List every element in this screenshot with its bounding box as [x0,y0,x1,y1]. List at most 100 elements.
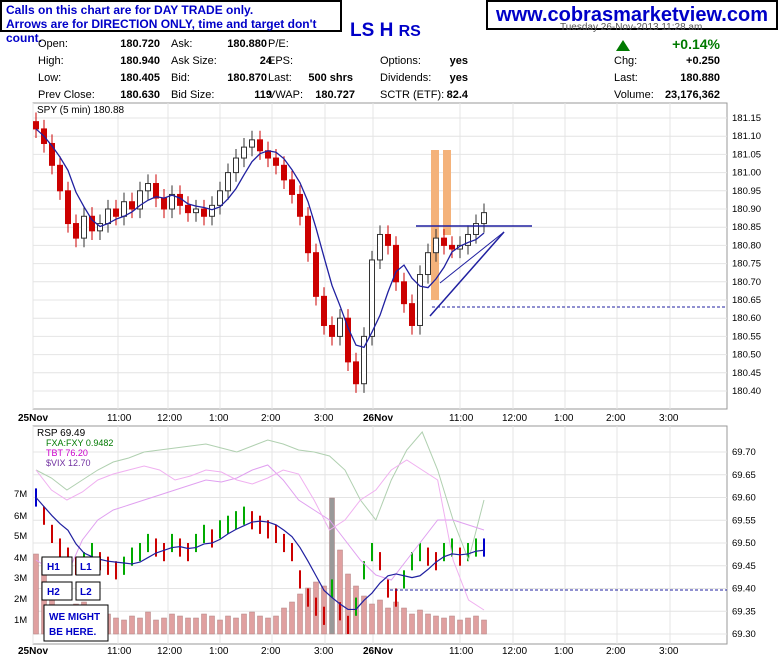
candle-body [273,157,279,166]
we-might-line1: WE MIGHT [49,612,100,623]
candle-body [337,317,343,337]
volume-bar [377,599,383,635]
volume-bar [241,613,247,635]
candle-body [305,215,311,254]
volume-bar [425,613,431,635]
volume-bar [225,615,231,635]
h2-label: H2 [47,587,60,598]
volume-bar [441,617,447,635]
candle-body [105,208,111,225]
candle-body [417,274,423,326]
volume-bar [457,619,463,635]
rsp-tick-label: 69.65 [732,470,756,481]
candle-body [481,212,487,225]
candle-body [81,215,87,239]
candle-body [449,244,455,250]
volume-tick-label: 6M [14,511,27,522]
volume-tick-label: 1M [14,615,27,626]
volume-bar [289,601,295,635]
volume-bar [113,617,119,635]
volume-bar [297,593,303,635]
volume-bar [161,617,167,635]
candle-body [353,361,359,385]
candle-body [281,164,287,181]
candle-body [217,190,223,206]
volume-tick-label: 3M [14,573,27,584]
rsp-time-tick-label: 26Nov [363,646,393,657]
candle-body [57,164,63,192]
volume-bar [409,613,415,635]
rsp-time-tick-label: 2:00 [606,646,626,657]
legend-tbt: TBT 76.20 [46,448,88,458]
candle-body [425,252,431,276]
rsp-time-tick-label: 11:00 [107,646,132,657]
volume-bar [193,617,199,635]
rsp-time-tick-label: 25Nov [18,646,48,657]
price-tick-label: 181.05 [732,149,761,160]
rsp-tick-label: 69.30 [732,629,756,640]
l1-label: L1 [80,562,92,573]
volume-bar [433,615,439,635]
candle-body [153,183,159,199]
candle-body [161,197,167,210]
price-tick-label: 180.85 [732,222,761,233]
candle-body [233,157,239,174]
rsp-tick-label: 69.50 [732,538,756,549]
volume-bar [473,615,479,635]
signal-bar-2 [443,150,451,235]
time-tick-label: 2:00 [606,413,626,424]
volume-bar [177,615,183,635]
rsp-time-tick-label: 1:00 [209,646,229,657]
candle-body [401,281,407,305]
volume-bar [393,601,399,635]
volume-bar [257,615,263,635]
volume-bar [329,497,335,635]
rsp-tick-label: 69.40 [732,584,756,595]
volume-bar [209,615,215,635]
volume-bar [449,615,455,635]
volume-bar [201,613,207,635]
we-might-line2: BE HERE. [49,627,96,638]
price-tick-label: 180.45 [732,368,761,379]
time-tick-label: 3:00 [659,413,679,424]
rsp-time-tick-label: 2:00 [261,646,281,657]
volume-bar [417,609,423,635]
volume-bar [281,607,287,635]
rsp-tick-label: 69.35 [732,606,756,617]
price-tick-label: 180.80 [732,240,761,251]
time-tick-label: 3:00 [314,413,334,424]
volume-bar [385,607,391,635]
price-tick-label: 180.90 [732,204,761,215]
time-tick-label: 1:00 [554,413,574,424]
candle-body [33,121,39,130]
rsp-tick-label: 69.70 [732,447,756,458]
volume-bar [33,553,39,635]
charts-svg: SPY (5 min) 180.88 181.15 181.10 181.05 181… [14,102,761,657]
rsp-tick-label: 69.60 [732,493,756,504]
l2-label: L2 [80,587,92,598]
candle-body [225,172,231,192]
candle-body [73,223,79,239]
rsp-tick-label: 69.45 [732,561,756,572]
signal-bar-1 [431,150,439,300]
time-tick-label: 2:00 [261,413,281,424]
candle-body [289,179,295,195]
candle-body [201,208,207,217]
volume-bar [217,619,223,635]
price-tick-label: 181.15 [732,113,761,124]
candle-body [169,193,175,210]
price-tick-label: 180.75 [732,259,761,270]
time-tick-label: 12:00 [502,413,527,424]
volume-bar [369,603,375,635]
candle-body [185,204,191,214]
candle-body [377,233,383,261]
volume-bar [129,615,135,635]
rsp-time-tick-label: 3:00 [314,646,334,657]
volume-bar [233,617,239,635]
rsp-time-tick-label: 3:00 [659,646,679,657]
volume-tick-label: 4M [14,553,27,564]
candle-body [385,233,391,246]
legend-fxa: FXA:FXY 0.9482 [46,438,113,448]
volume-bar [121,619,127,635]
candle-body [473,223,479,235]
